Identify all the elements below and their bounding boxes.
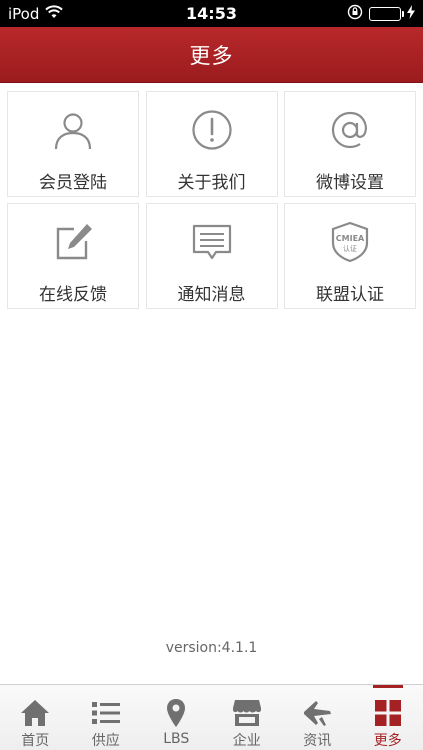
- tab-home[interactable]: 首页: [0, 685, 71, 750]
- page-title: 更多: [189, 43, 234, 68]
- plane-icon: [301, 697, 333, 728]
- tile-label: 联盟认证: [316, 285, 384, 305]
- cmiea-badge-icon: CMIEA 认证: [328, 220, 372, 264]
- badge-text: CMIEA: [336, 234, 365, 243]
- tile-about-us[interactable]: 关于我们: [145, 91, 278, 197]
- tab-news[interactable]: 资讯: [282, 685, 353, 750]
- tile-member-login[interactable]: 会员登陆: [7, 91, 139, 197]
- grid-icon: [372, 697, 404, 728]
- user-icon: [51, 108, 95, 152]
- tile-label: 关于我们: [177, 173, 246, 193]
- tab-label: 企业: [232, 733, 261, 749]
- version-label: version:4.1.1: [165, 640, 258, 656]
- tile-label: 在线反馈: [39, 285, 107, 305]
- tile-label: 会员登陆: [39, 173, 107, 193]
- edit-icon: [51, 220, 95, 264]
- wifi-icon: [45, 4, 64, 23]
- at-sign-icon: [328, 108, 372, 152]
- tile-weibo-settings[interactable]: 微博设置: [284, 91, 416, 197]
- tile-online-feedback[interactable]: 在线反馈: [7, 203, 139, 309]
- tab-more[interactable]: 更多: [353, 685, 423, 750]
- tab-label: LBS: [163, 731, 190, 747]
- tab-label: 资讯: [303, 733, 332, 749]
- tile-alliance-certification[interactable]: CMIEA 认证 联盟认证: [284, 203, 416, 309]
- battery-icon: [369, 6, 404, 21]
- tab-enterprise[interactable]: 企业: [212, 685, 283, 750]
- charging-bolt-icon: [407, 4, 415, 23]
- status-bar: iPod 14:53: [0, 0, 423, 27]
- tile-label: 通知消息: [177, 285, 246, 305]
- carrier-label: iPod: [8, 4, 40, 23]
- message-icon: [190, 220, 234, 264]
- tile-notifications[interactable]: 通知消息: [145, 203, 278, 309]
- tab-supply[interactable]: 供应: [71, 685, 142, 750]
- location-pin-icon: [160, 697, 192, 729]
- tab-label: 供应: [91, 733, 120, 749]
- tab-lbs[interactable]: LBS: [141, 685, 212, 750]
- tab-bar: 首页 供应 LBS 企业 资讯 更多: [0, 684, 423, 750]
- info-exclamation-icon: [190, 108, 234, 152]
- list-icon: [90, 697, 122, 728]
- tab-label: 更多: [373, 733, 402, 749]
- badge-subtext: 认证: [343, 244, 357, 253]
- home-icon: [19, 697, 51, 728]
- nav-bar: 更多: [0, 27, 423, 83]
- tile-label: 微博设置: [316, 173, 384, 193]
- rotation-lock-icon: [347, 4, 363, 24]
- store-icon: [231, 697, 263, 728]
- tab-label: 首页: [21, 733, 50, 749]
- menu-grid: 会员登陆 关于我们 微博设置 在线反馈 通知消息 CMIEA 认证 联盟认证: [7, 91, 416, 309]
